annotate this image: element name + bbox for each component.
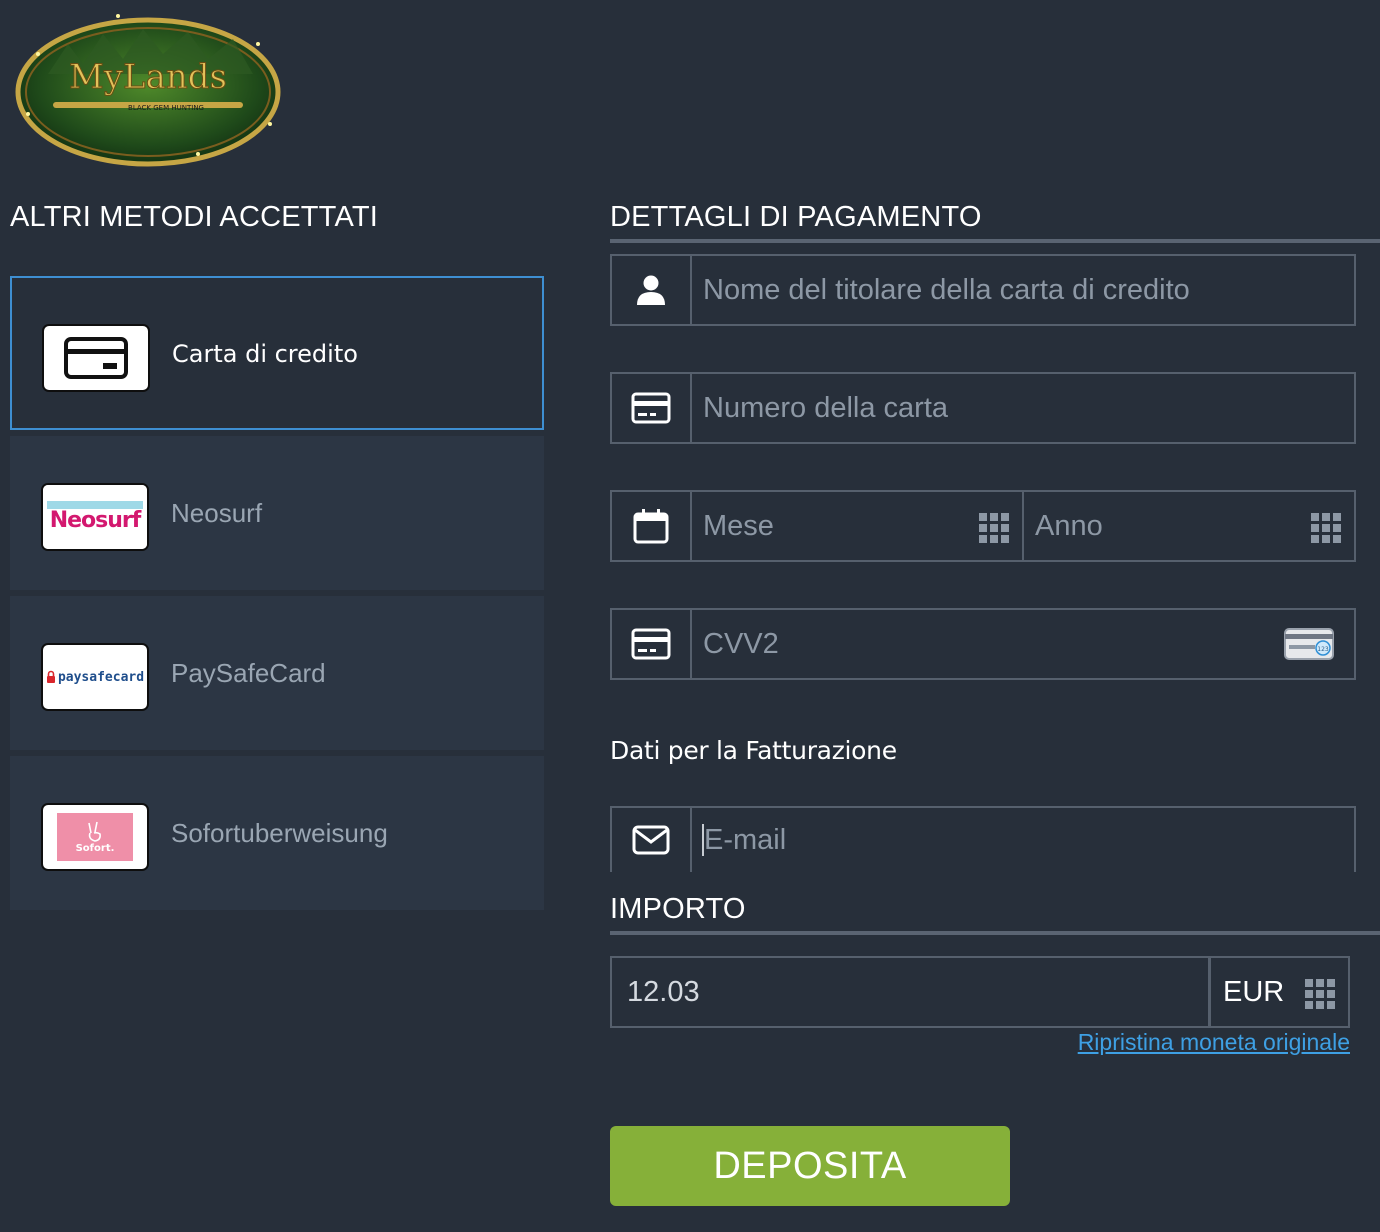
method-label: Sofortuberweisung (171, 818, 388, 848)
email-input[interactable]: E-mail (692, 808, 1354, 872)
month-select[interactable]: Mese (692, 492, 1022, 560)
card-number-field[interactable]: Numero della carta (610, 372, 1356, 444)
keypad-icon (1305, 979, 1335, 1009)
lock-icon (46, 670, 55, 683)
peace-hand-icon (88, 821, 101, 842)
svg-text:123: 123 (1317, 646, 1329, 653)
other-methods-title: ALTRI METODI ACCETTATI (10, 201, 379, 233)
card-number-input[interactable]: Numero della carta (692, 374, 1354, 442)
method-paysafecard[interactable]: paysafecard PaySafeCard (10, 596, 544, 750)
credit-card-icon (612, 610, 692, 678)
email-field[interactable]: E-mail (610, 806, 1356, 872)
logo-text: MyLands (69, 57, 227, 97)
method-label: Carta di credito (172, 340, 358, 368)
payment-methods-list: Carta di credito Neosurf Neosurf paysafe… (10, 276, 544, 916)
year-select[interactable]: Anno (1022, 492, 1354, 560)
amount-title-divider (610, 931, 1380, 935)
keypad-icon (1311, 513, 1341, 543)
sofort-logo: Sofort. (41, 803, 149, 871)
credit-card-icon (612, 374, 692, 442)
mylands-logo: MyLands BLACK GEM HUNTING (8, 4, 288, 174)
neosurf-logo: Neosurf (41, 483, 149, 551)
method-sofort[interactable]: Sofort. Sofortuberweisung (10, 756, 544, 910)
billing-title: Dati per la Fatturazione (610, 736, 897, 765)
currency-select[interactable]: EUR (1209, 956, 1350, 1028)
cvv-field[interactable]: CVV2 123 (610, 608, 1356, 680)
method-credit-card[interactable]: Carta di credito (10, 276, 544, 430)
amount-title: IMPORTO (610, 893, 746, 925)
method-label: PaySafeCard (171, 658, 326, 688)
amount-input[interactable]: 12.03 (610, 956, 1210, 1028)
keypad-icon (979, 513, 1009, 543)
method-label: Neosurf (171, 498, 263, 528)
credit-card-icon (64, 337, 128, 379)
paysafecard-logo: paysafecard (41, 643, 149, 711)
user-icon (612, 256, 692, 324)
credit-card-logo (42, 324, 150, 392)
payment-details-title: DETTAGLI DI PAGAMENTO (610, 201, 982, 233)
cvv-input[interactable]: CVV2 123 (692, 610, 1354, 678)
restore-currency-link[interactable]: Ripristina moneta originale (1078, 1029, 1350, 1056)
holder-name-field[interactable]: Nome del titolare della carta di credito (610, 254, 1356, 326)
expiry-field: Mese Anno (610, 490, 1356, 562)
envelope-icon (612, 808, 692, 872)
calendar-icon (612, 492, 692, 560)
deposit-button[interactable]: DEPOSITA (610, 1126, 1010, 1206)
method-neosurf[interactable]: Neosurf Neosurf (10, 436, 544, 590)
cvv-hint-icon: 123 (1284, 628, 1334, 660)
payment-title-divider (610, 239, 1380, 243)
holder-name-input[interactable]: Nome del titolare della carta di credito (692, 256, 1354, 324)
logo-tagline: BLACK GEM HUNTING (128, 104, 204, 112)
